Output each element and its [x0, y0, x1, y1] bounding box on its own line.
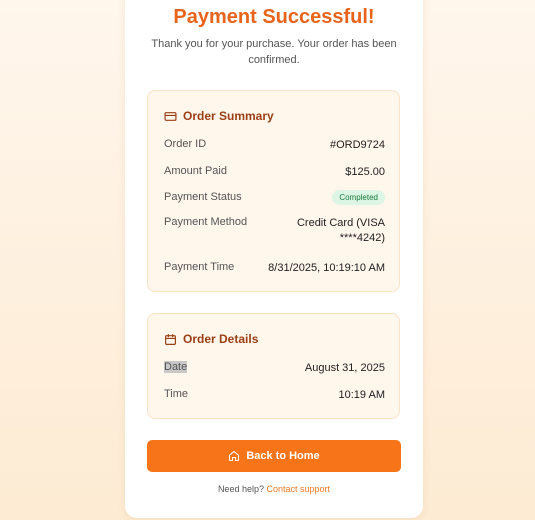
- payment-method-value: Credit Card (VISA ****4242): [296, 217, 385, 244]
- confirmation-message: Thank you for your purchase. Your order …: [151, 38, 397, 66]
- credit-card-icon: [164, 110, 177, 123]
- calendar-icon: [164, 333, 177, 346]
- back-to-home-label: Back to Home: [246, 450, 320, 462]
- time-row: Time 10:19 AM: [164, 388, 385, 403]
- status-badge: Completed: [332, 190, 385, 205]
- payment-time-value: 8/31/2025, 10:19:10 AM: [268, 262, 385, 274]
- order-summary-header: Order Summary: [164, 109, 274, 123]
- home-icon: [228, 450, 240, 462]
- date-value: August 31, 2025: [304, 362, 385, 374]
- back-to-home-button[interactable]: Back to Home: [147, 440, 401, 472]
- order-details-header: Order Details: [164, 332, 258, 346]
- payment-status-row: Payment Status Completed: [164, 190, 385, 205]
- order-summary-title: Order Summary: [183, 109, 274, 123]
- payment-success-card: Payment Successful! Thank you for your p…: [125, 0, 423, 518]
- payment-status-label: Payment Status: [164, 191, 242, 203]
- page-title: Payment Successful!: [173, 6, 375, 28]
- amount-paid-label: Amount Paid: [164, 165, 227, 177]
- time-label: Time: [164, 388, 189, 400]
- help-text: Need help? Contact support: [125, 484, 423, 494]
- help-prompt: Need help?: [217, 484, 264, 494]
- payment-time-row: Payment Time 8/31/2025, 10:19:10 AM: [164, 261, 385, 276]
- order-summary-panel: Order Summary Order ID #ORD9724 Amount P…: [147, 90, 400, 292]
- date-label: Date: [164, 361, 188, 373]
- order-id-row: Order ID #ORD9724: [164, 138, 385, 153]
- order-details-title: Order Details: [183, 332, 259, 346]
- amount-paid-row: Amount Paid $125.00: [164, 165, 385, 180]
- payment-method-row: Payment Method Credit Card (VISA ****424…: [164, 216, 385, 246]
- time-value: 10:19 AM: [338, 389, 385, 401]
- amount-paid-value: $125.00: [345, 166, 385, 178]
- payment-time-label: Payment Time: [164, 261, 235, 273]
- contact-support-link[interactable]: Contact support: [267, 484, 331, 494]
- payment-method-label: Payment Method: [164, 216, 248, 228]
- order-id-label: Order ID: [164, 138, 207, 150]
- date-row: Date August 31, 2025: [164, 361, 385, 376]
- order-details-panel: Order Details Date August 31, 2025 Time …: [147, 313, 400, 419]
- order-id-value: #ORD9724: [329, 139, 385, 151]
